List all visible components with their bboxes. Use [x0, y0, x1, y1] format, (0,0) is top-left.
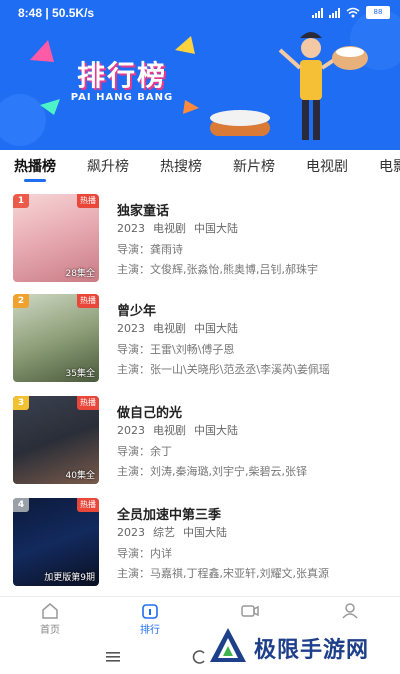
menu-icon[interactable] [106, 651, 120, 663]
video-icon [241, 605, 259, 617]
tab-new[interactable]: 新片榜 [233, 156, 275, 176]
tab-hot-play[interactable]: 热播榜 [14, 156, 56, 176]
status-bar: 8:48 | 50.5K/s 88 [0, 0, 400, 26]
item-meta: 2023 电视剧 中国大陆 [117, 220, 246, 236]
item-cast: 主演：马嘉祺,丁程鑫,宋亚轩,刘耀文,张真源 [117, 567, 329, 580]
banner-title-group: 排行榜 PAI HANG BANG [52, 54, 192, 106]
banner-title: 排行榜 [76, 59, 167, 92]
tab-bar: 热播榜 飙升榜 热搜榜 新片榜 电视剧 电影 [0, 150, 400, 184]
wifi-icon [346, 7, 360, 18]
item-director: 导演：余丁 [117, 445, 172, 458]
item-type: 电视剧 [153, 322, 186, 335]
rank-badge: 4 [13, 498, 29, 512]
item-director: 导演：龚雨诗 [117, 243, 183, 256]
episode-count: 35集全 [65, 369, 95, 379]
nav-home-label: 首页 [40, 625, 60, 636]
status-time: 8:48 | 50.5K/s [18, 6, 95, 20]
item-year: 2023 [117, 424, 145, 437]
home-icon [42, 603, 58, 619]
item-type: 电视剧 [153, 222, 186, 235]
list-item[interactable]: 2 热播 35集全 曾少年 2023 电视剧 中国大陆 导演：王雷\刘畅\傅子恩 主… [0, 294, 400, 394]
item-cast: 主演：刘涛,秦海璐,刘宇宁,柴碧云,张铎 [117, 465, 307, 478]
item-year: 2023 [117, 322, 145, 335]
banner-subtitle: PAI HANG BANG [70, 92, 174, 103]
item-title[interactable]: 曾少年 [117, 300, 156, 319]
poster-image[interactable]: 3 热播 40集全 [13, 396, 99, 484]
item-director: 导演：内详 [117, 547, 172, 560]
tab-active-indicator [24, 179, 46, 182]
episode-count: 40集全 [65, 471, 95, 481]
item-type: 综艺 [153, 526, 175, 539]
list-item[interactable]: 4 热播 加更版第9期 全员加速中第三季 2023 综艺 中国大陆 导演：内详 主演… [0, 498, 400, 598]
poster-image[interactable]: 1 热播 28集全 [13, 194, 99, 282]
ranking-icon [142, 604, 158, 619]
watermark-logo [210, 628, 246, 662]
item-title[interactable]: 全员加速中第三季 [117, 504, 221, 523]
hot-badge: 热播 [77, 194, 99, 208]
item-meta: 2023 电视剧 中国大陆 [117, 320, 246, 336]
item-title[interactable]: 做自己的光 [117, 402, 182, 421]
item-director: 导演：王雷\刘畅\傅子恩 [117, 343, 235, 356]
poster-image[interactable]: 2 热播 35集全 [13, 294, 99, 382]
list-item[interactable]: 1 热播 28集全 独家童话 2023 电视剧 中国大陆 导演：龚雨诗 主演：文俊辉… [0, 194, 400, 294]
item-title[interactable]: 独家童话 [117, 200, 169, 219]
item-region: 中国大陆 [183, 526, 227, 539]
tab-movie[interactable]: 电影 [379, 156, 400, 176]
item-type: 电视剧 [153, 424, 186, 437]
poster-image[interactable]: 4 热播 加更版第9期 [13, 498, 99, 586]
item-region: 中国大陆 [194, 424, 238, 437]
nav-video[interactable] [220, 603, 280, 621]
item-cast: 主演：文俊辉,张淼怡,熊奥博,吕钊,郝珠宇 [117, 263, 318, 276]
signal-icon-2 [329, 7, 340, 18]
rank-badge: 3 [13, 396, 29, 410]
hot-badge: 热播 [77, 294, 99, 308]
episode-count: 28集全 [65, 269, 95, 279]
nav-ranking[interactable]: 排行 [120, 603, 180, 636]
nav-profile[interactable] [320, 603, 380, 621]
item-cast: 主演：张一山\关晓彤\范丞丞\李溪芮\姜佩瑶 [117, 363, 330, 376]
tab-hot-search[interactable]: 热搜榜 [160, 156, 202, 176]
episode-count: 加更版第9期 [44, 573, 95, 583]
status-icons: 88 [312, 6, 390, 19]
home-button-icon[interactable] [192, 650, 206, 664]
tab-rising[interactable]: 飙升榜 [87, 156, 129, 176]
item-meta: 2023 电视剧 中国大陆 [117, 422, 246, 438]
signal-icon [312, 7, 323, 18]
watermark-text: 极限手游网 [254, 638, 370, 663]
rank-badge: 2 [13, 294, 29, 308]
list-item[interactable]: 3 热播 40集全 做自己的光 2023 电视剧 中国大陆 导演：余丁 主演：刘涛,… [0, 396, 400, 496]
nav-home[interactable]: 首页 [20, 603, 80, 636]
user-icon [342, 603, 358, 619]
item-region: 中国大陆 [194, 322, 238, 335]
watermark: 极限手游网 [208, 622, 398, 670]
nav-ranking-label: 排行 [140, 625, 160, 636]
item-meta: 2023 综艺 中国大陆 [117, 524, 235, 540]
item-region: 中国大陆 [194, 222, 238, 235]
hot-badge: 热播 [77, 498, 99, 512]
tab-tv[interactable]: 电视剧 [306, 156, 348, 176]
rank-badge: 1 [13, 194, 29, 208]
item-year: 2023 [117, 526, 145, 539]
item-year: 2023 [117, 222, 145, 235]
battery-icon: 88 [366, 6, 390, 19]
hot-badge: 热播 [77, 396, 99, 410]
